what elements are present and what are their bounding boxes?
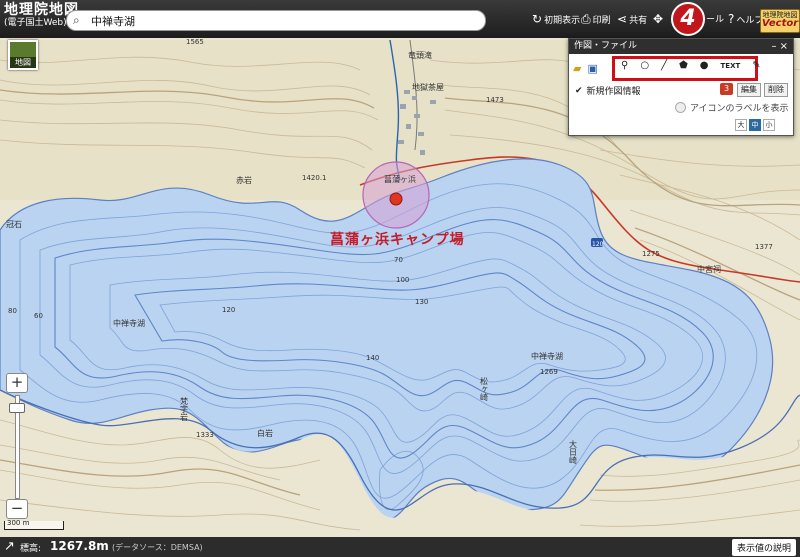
size-medium-button[interactable]: 中 xyxy=(749,119,761,131)
scale-bar: 300 m xyxy=(4,519,64,530)
search-input[interactable] xyxy=(89,12,473,29)
draw-file-panel: 作図・ファイル – × ▰ ▣ ⚲ ○ ╱ ⬟ ● TEXT ✎ ✔ 新規作図情… xyxy=(568,38,794,136)
panel-header[interactable]: 作図・ファイル – × xyxy=(569,39,793,54)
depth-140: 140 xyxy=(366,354,379,362)
scale-label: 300 m xyxy=(7,519,30,527)
depth-100: 100 xyxy=(396,276,409,284)
circle-tool-icon[interactable]: ○ xyxy=(640,60,649,71)
edit-tool-icon[interactable]: ✎ xyxy=(752,60,760,71)
layer-check-icon[interactable]: ✔ xyxy=(575,86,583,96)
map-type-button[interactable]: 地図 xyxy=(8,40,38,70)
elev-1377: 1377 xyxy=(755,243,773,251)
label-oshiro: 大日崎 xyxy=(569,439,578,464)
marker-tool-icon[interactable]: ⚲ xyxy=(621,60,628,71)
print-label: 印刷 xyxy=(592,16,611,26)
save-file-icon[interactable]: ▣ xyxy=(587,62,597,75)
elev-1565: 1565 xyxy=(186,38,204,46)
status-bar: ↗ 標高: 1267.8m (データソース：DEMSA) 表示値の説明 xyxy=(0,537,800,557)
data-source: (データソース：DEMSA) xyxy=(112,543,203,552)
help-button[interactable]: ? ヘルプ xyxy=(728,12,763,26)
reset-view-button[interactable]: ↻ 初期表示 xyxy=(532,12,580,26)
depth-60: 60 xyxy=(34,312,43,320)
edit-button[interactable]: 編集 xyxy=(737,83,761,97)
zoom-control: + − xyxy=(6,373,28,523)
tools-label: ール xyxy=(706,15,725,25)
label-nakamiya: 中宮祠 xyxy=(697,264,721,274)
text-tool-button[interactable]: TEXT xyxy=(721,62,741,70)
zoom-in-button[interactable]: + xyxy=(6,373,28,393)
label-akaiwa: 赤岩 xyxy=(236,175,252,185)
search-box[interactable]: ⌕ xyxy=(66,10,486,31)
layer-count-badge: 3 xyxy=(720,83,733,95)
size-large-button[interactable]: 大 xyxy=(735,119,747,131)
vector-bottom-label: Vector xyxy=(761,18,799,29)
size-small-button[interactable]: 小 xyxy=(763,119,775,131)
elev-1269: 1269 xyxy=(540,368,558,376)
label-route: 120 xyxy=(592,241,604,248)
print-button[interactable]: ⎙ 印刷 xyxy=(581,12,611,27)
print-icon: ⎙ xyxy=(581,12,591,26)
elev-1473: 1473 xyxy=(486,96,504,104)
label-kanzaki: 冠石 xyxy=(6,220,22,229)
reset-view-label: 初期表示 xyxy=(544,15,581,26)
layer-name: 新規作図情報 xyxy=(586,87,641,97)
zoom-slider-thumb[interactable] xyxy=(9,403,25,413)
label-lake2: 中禅寺湖 xyxy=(531,351,563,361)
point-tool-icon[interactable]: ● xyxy=(700,60,709,71)
help-icon: ? xyxy=(728,12,735,26)
depth-80: 80 xyxy=(8,307,17,315)
show-labels-label: アイコンのラベルを表示 xyxy=(690,104,789,114)
explain-values-button[interactable]: 表示値の説明 xyxy=(731,539,796,556)
functions-icon: ✥ xyxy=(653,12,664,26)
functions-button[interactable]: ✥ xyxy=(653,12,663,26)
label-shobu: 菖蒲ヶ浜 xyxy=(384,174,416,184)
label-matsugasaki: 松ヶ崎 xyxy=(480,376,489,401)
step-badge: 4 xyxy=(671,2,705,36)
label-chaya: 地獄茶屋 xyxy=(412,82,444,92)
delete-button[interactable]: 削除 xyxy=(764,83,788,97)
elev-1333: 1333 xyxy=(196,431,214,439)
elev-1420: 1420.1 xyxy=(302,174,327,182)
depth-130: 130 xyxy=(415,298,428,306)
elev-1275: 1275 xyxy=(642,250,660,258)
open-file-icon[interactable]: ▰ xyxy=(573,62,581,75)
elevation-value: 1267.8m xyxy=(50,539,109,553)
label-senshu: 梵字岩 xyxy=(180,397,189,422)
line-tool-icon[interactable]: ╱ xyxy=(661,60,667,71)
label-lake1: 中禅寺湖 xyxy=(113,318,145,328)
share-icon: ⋖ xyxy=(617,12,628,26)
panel-window-controls[interactable]: – × xyxy=(771,39,788,54)
label-shiraiwa: 白岩 xyxy=(257,428,273,438)
tools-button[interactable]: ール xyxy=(706,12,724,25)
share-button[interactable]: ⋖ 共有 xyxy=(617,12,647,26)
share-label: 共有 xyxy=(629,15,648,26)
panel-title: 作図・ファイル xyxy=(574,41,638,51)
polygon-tool-icon[interactable]: ⬟ xyxy=(679,60,688,71)
reset-icon: ↻ xyxy=(532,12,543,26)
vector-map-button[interactable]: 地理院地図 Vector xyxy=(760,9,800,33)
show-labels-radio[interactable] xyxy=(675,102,686,113)
map-type-label: 地図 xyxy=(10,57,36,68)
camp-site-label: 菖蒲ヶ浜キャンプ場 xyxy=(330,232,465,248)
zoom-out-button[interactable]: − xyxy=(6,499,28,519)
label-rinzan: 竜頭滝 xyxy=(408,50,432,60)
depth-70: 70 xyxy=(394,256,403,264)
expand-arrow-icon[interactable]: ↗ xyxy=(4,539,15,554)
elevation-label: 標高: xyxy=(20,544,42,554)
search-icon[interactable]: ⌕ xyxy=(73,13,80,28)
depth-120: 120 xyxy=(222,306,235,314)
